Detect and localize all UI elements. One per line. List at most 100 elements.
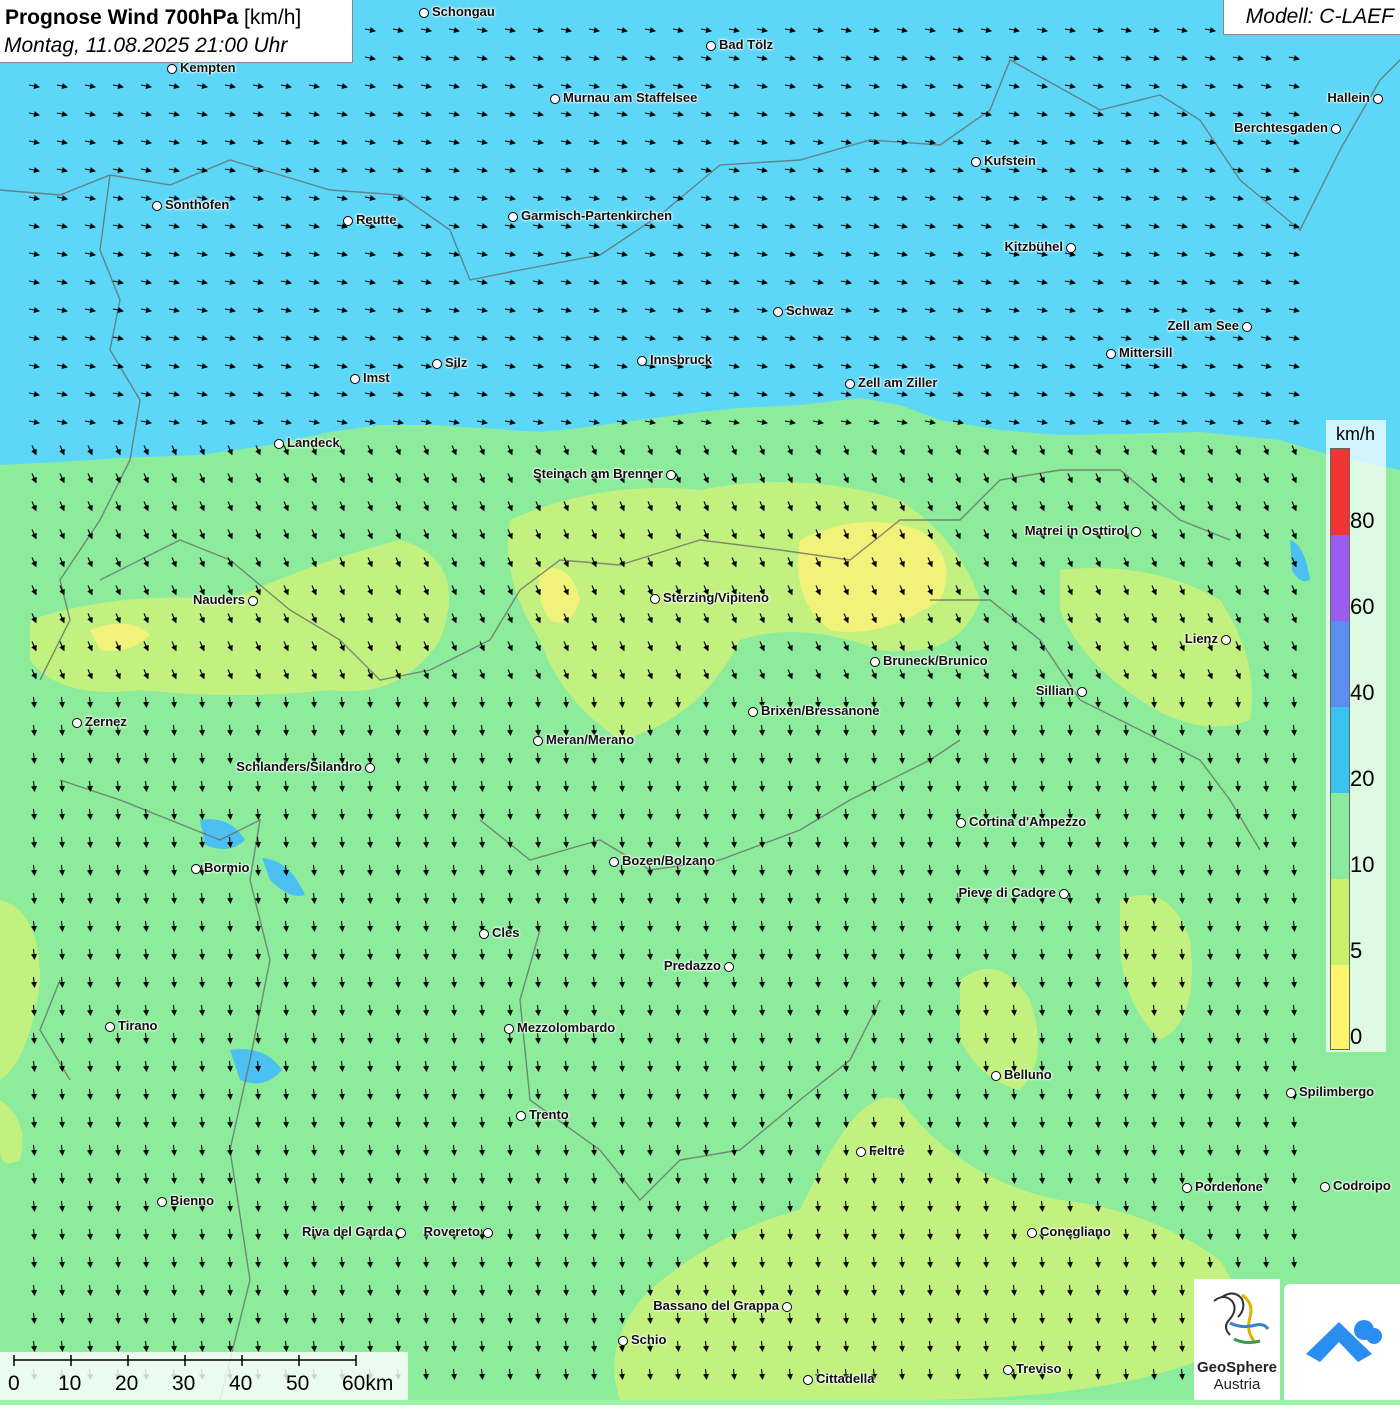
city-label: Feltre <box>869 1143 905 1158</box>
city-marker <box>157 1197 167 1207</box>
city-label: Schwaz <box>786 303 834 318</box>
city-label: Codroipo <box>1333 1178 1391 1193</box>
model-label: Modell: C-LAEF <box>1245 5 1394 28</box>
city-marker <box>666 470 676 480</box>
city-label: Kitzbühel <box>1004 239 1064 254</box>
city-label: Zell am Ziller <box>858 375 938 390</box>
scale-label: 40 <box>229 1372 253 1395</box>
legend-tick: 40 <box>1350 680 1375 705</box>
city-marker <box>971 157 981 167</box>
city-label: Cortina d'Ampezzo <box>969 814 1087 829</box>
city-marker <box>650 594 660 604</box>
city-marker <box>1242 322 1252 332</box>
legend-tick: 20 <box>1350 766 1375 791</box>
city-marker <box>724 962 734 972</box>
city-marker <box>419 8 429 18</box>
legend-seg-5-10 <box>1331 879 1349 965</box>
city-label: Meran/Merano <box>546 732 635 747</box>
city-label: Conegliano <box>1040 1224 1111 1239</box>
city-label: Hallein <box>1327 90 1370 105</box>
scale-label: 50 <box>286 1372 310 1395</box>
city-label: Steinach am Brenner <box>532 466 663 481</box>
city-label: Bozen/Bolzano <box>622 853 716 868</box>
city-label: Cittadella <box>816 1371 875 1386</box>
city-label: Bormio <box>204 860 250 875</box>
city-label: Zernez <box>85 714 127 729</box>
city-label: Sterzing/Vipiteno <box>663 590 769 605</box>
city-marker <box>479 929 489 939</box>
city-marker <box>1131 527 1141 537</box>
city-marker <box>773 307 783 317</box>
city-marker <box>637 356 647 366</box>
city-marker <box>1027 1228 1037 1238</box>
city-label: Riva del Garda <box>301 1224 393 1239</box>
city-marker <box>191 864 201 874</box>
city-label: Rovereto <box>423 1224 480 1239</box>
legend-tick: 80 <box>1350 508 1375 533</box>
city-label: Nauders <box>192 592 245 607</box>
city-marker <box>504 1024 514 1034</box>
city-label: Treviso <box>1016 1361 1062 1376</box>
city-marker <box>845 379 855 389</box>
legend-tick: 0 <box>1350 1024 1363 1049</box>
city-label: Innsbruck <box>650 352 713 367</box>
app-logo[interactable] <box>1284 1284 1400 1400</box>
city-marker <box>782 1302 792 1312</box>
city-label: Spilimbergo <box>1299 1084 1375 1099</box>
city-marker <box>1373 94 1383 104</box>
city-marker <box>609 857 619 867</box>
city-label: Mittersill <box>1119 345 1173 360</box>
city-label: Berchtesgaden <box>1234 120 1328 135</box>
legend-seg-80plus <box>1331 449 1349 535</box>
city-marker <box>618 1336 628 1346</box>
city-marker <box>508 212 518 222</box>
city-marker <box>1221 635 1231 645</box>
scale-bar: 0 10 20 30 40 50 60km <box>0 1352 408 1400</box>
city-marker <box>748 707 758 717</box>
model-label-panel: Modell: C-LAEF <box>1223 0 1400 35</box>
city-label: Tirano <box>118 1018 158 1033</box>
color-legend: km/h 80 60 40 20 10 5 0 <box>1326 420 1386 1052</box>
scale-label: 20 <box>115 1372 139 1395</box>
geosphere-logo[interactable]: GeoSphere Austria <box>1194 1279 1280 1400</box>
city-label: Predazzo <box>663 958 721 973</box>
legend-seg-60-80 <box>1331 535 1349 621</box>
city-marker <box>803 1375 813 1385</box>
city-marker <box>956 818 966 828</box>
city-label: Kufstein <box>984 153 1036 168</box>
city-marker <box>105 1022 115 1032</box>
city-label: Murnau am Staffelsee <box>563 90 698 105</box>
city-marker <box>1106 349 1116 359</box>
city-marker <box>533 736 543 746</box>
legend-color-bar <box>1330 448 1350 1050</box>
city-marker <box>1286 1088 1296 1098</box>
city-label: Schlanders/Silandro <box>236 759 362 774</box>
geosphere-logo-subtext: Austria <box>1213 1376 1261 1393</box>
city-label: Schongau <box>432 4 495 19</box>
city-marker <box>1003 1365 1013 1375</box>
city-marker <box>365 763 375 773</box>
city-marker <box>396 1228 406 1238</box>
city-marker <box>432 359 442 369</box>
city-marker <box>72 718 82 728</box>
city-label: Belluno <box>1004 1067 1052 1082</box>
city-marker <box>1182 1183 1192 1193</box>
scale-label: 30 <box>172 1372 196 1395</box>
geosphere-emblem-icon <box>1213 1292 1270 1345</box>
city-marker <box>167 64 177 74</box>
city-label: Reutte <box>356 212 397 227</box>
city-label: Zell am See <box>1167 318 1239 333</box>
city-marker <box>706 41 716 51</box>
city-label: Brixen/Bressanone <box>761 703 880 718</box>
forecast-datetime: Montag, 11.08.2025 21:00 Uhr <box>4 34 288 57</box>
city-marker <box>1077 687 1087 697</box>
legend-tick: 10 <box>1350 852 1375 877</box>
city-marker <box>856 1147 866 1157</box>
city-label: Sonthofen <box>165 197 230 212</box>
legend-seg-40-60 <box>1331 621 1349 707</box>
city-label: Sillian <box>1035 683 1074 698</box>
city-marker <box>550 94 560 104</box>
city-label: Bassano del Grappa <box>653 1298 779 1313</box>
scale-label: 60km <box>342 1372 394 1395</box>
city-label: Bienno <box>170 1193 215 1208</box>
